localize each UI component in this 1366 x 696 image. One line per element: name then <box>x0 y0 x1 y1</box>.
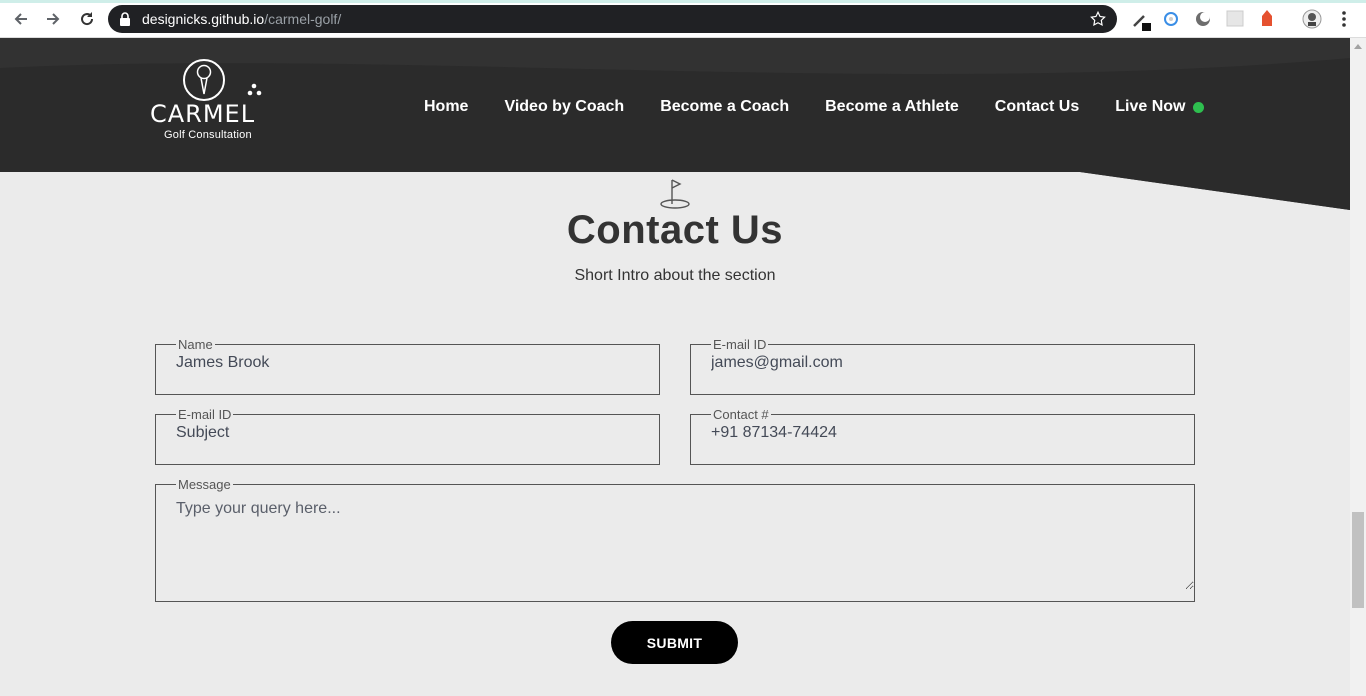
nav-item-home[interactable]: Home <box>424 98 468 116</box>
scroll-up-arrow-icon[interactable] <box>1350 38 1366 54</box>
extension-icon[interactable] <box>1258 9 1278 29</box>
nav-item-live-now[interactable]: Live Now <box>1115 98 1205 116</box>
golf-flag-icon <box>660 179 690 209</box>
brand-name: CARMEL <box>150 100 256 128</box>
lock-icon <box>119 12 131 31</box>
email-input[interactable] <box>711 344 1194 382</box>
eyedropper-extension-icon[interactable] <box>1130 9 1151 31</box>
nav-item-contact-us[interactable]: Contact Us <box>995 98 1079 116</box>
name-field[interactable]: Name <box>155 337 660 395</box>
more-menu-icon[interactable] <box>1336 9 1356 29</box>
page-viewport: CARMEL Golf Consultation Home Video by C… <box>0 38 1350 696</box>
email-field[interactable]: E-mail ID <box>690 337 1195 395</box>
tab-strip-accent <box>0 0 1366 3</box>
subject-input[interactable] <box>176 414 659 452</box>
section-title: Contact Us <box>566 208 784 252</box>
message-field[interactable]: Message <box>155 477 1195 602</box>
submit-button[interactable]: SUBMIT <box>611 621 738 664</box>
section-intro: Short Intro about the section <box>574 267 776 284</box>
message-field-label: Message <box>178 477 231 492</box>
nav-item-become-a-coach[interactable]: Become a Coach <box>660 98 789 116</box>
live-status-dot-icon <box>1193 101 1205 113</box>
browser-toolbar: designicks.github.io/carmel-golf/ <box>0 0 1366 38</box>
url-text: designicks.github.io/carmel-golf/ <box>142 11 342 27</box>
address-bar[interactable]: designicks.github.io/carmel-golf/ <box>108 5 1117 33</box>
extension-icon[interactable] <box>1226 9 1246 29</box>
main-navigation: Home Video by Coach Become a Coach Becom… <box>424 98 1205 116</box>
forward-arrow-icon[interactable] <box>42 8 64 30</box>
name-input[interactable] <box>176 344 659 382</box>
brand-tagline: Golf Consultation <box>164 129 252 141</box>
bookmark-star-icon[interactable] <box>1089 10 1107 33</box>
contact-field[interactable]: Contact # <box>690 407 1195 465</box>
page-scrollbar[interactable] <box>1350 38 1366 696</box>
site-logo[interactable]: CARMEL Golf Consultation <box>150 58 275 146</box>
scrollbar-thumb[interactable] <box>1352 512 1364 608</box>
contact-input[interactable] <box>711 414 1194 452</box>
nav-item-become-a-athlete[interactable]: Become a Athlete <box>825 98 959 116</box>
live-now-label: Live Now <box>1115 98 1186 115</box>
extension-icon[interactable] <box>1194 9 1214 29</box>
nav-item-video-by-coach[interactable]: Video by Coach <box>504 98 624 116</box>
profile-avatar-icon[interactable] <box>1302 9 1322 29</box>
golf-tee-logo-icon <box>183 59 262 101</box>
reload-icon[interactable] <box>76 8 98 30</box>
message-textarea[interactable] <box>176 494 1194 590</box>
back-arrow-icon[interactable] <box>10 8 32 30</box>
extension-icon[interactable] <box>1162 9 1182 29</box>
subject-field[interactable]: E-mail ID <box>155 407 660 465</box>
